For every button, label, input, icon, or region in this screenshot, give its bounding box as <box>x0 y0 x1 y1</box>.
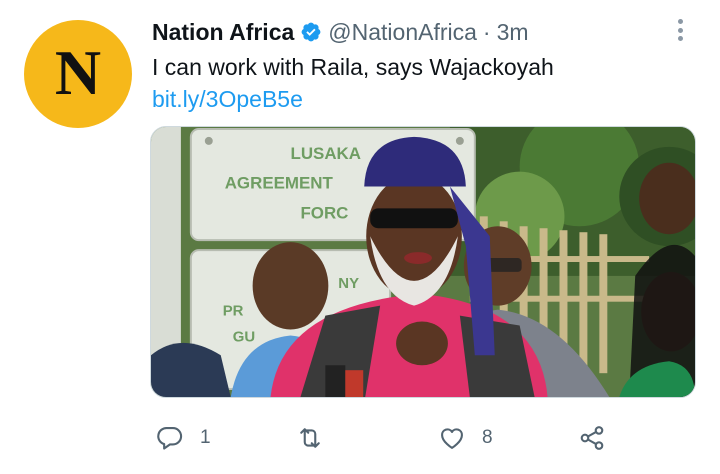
share-icon <box>580 426 604 450</box>
sign2-text-line-2: PR <box>223 304 244 320</box>
reply-icon <box>157 427 183 450</box>
author-handle[interactable]: @NationAfrica <box>328 19 477 46</box>
sign-text-line-1: LUSAKA <box>290 144 361 163</box>
tweet-link[interactable]: bit.ly/3OpeB5e <box>152 84 303 114</box>
verified-badge-icon <box>301 22 321 42</box>
avatar[interactable]: N <box>24 20 132 128</box>
tweet-actions: 1 8 <box>152 418 622 458</box>
like-count: 8 <box>482 427 493 448</box>
reply-button[interactable]: 1 <box>156 418 211 458</box>
retweet-icon <box>300 428 320 448</box>
sign2-text-line-1: NY <box>338 276 359 292</box>
author-name[interactable]: Nation Africa <box>152 19 294 46</box>
timestamp[interactable]: 3m <box>497 19 529 46</box>
like-button[interactable]: 8 <box>438 418 493 458</box>
tweet-text: I can work with Raila, says Wajackoyah <box>152 54 554 80</box>
photo-illustration: LUSAKA AGREEMENT FORC NY PR GU <box>151 127 695 397</box>
avatar-logo-letter: N <box>54 37 102 108</box>
sign-text-line-3: FORC <box>300 203 348 222</box>
like-icon <box>441 428 463 449</box>
sign-text-line-2: AGREEMENT <box>225 174 334 193</box>
tweet[interactable]: N Nation Africa @NationAfrica · 3m I can… <box>0 0 720 474</box>
more-vertical-icon[interactable] <box>671 16 689 44</box>
tweet-photo[interactable]: LUSAKA AGREEMENT FORC NY PR GU <box>150 126 696 398</box>
separator-dot: · <box>482 18 491 45</box>
retweet-button[interactable] <box>296 418 340 458</box>
tweet-header: Nation Africa @NationAfrica · 3m <box>152 16 529 48</box>
sign2-text-line-3: GU <box>233 329 255 345</box>
reply-count: 1 <box>200 427 211 448</box>
share-button[interactable] <box>578 418 606 458</box>
